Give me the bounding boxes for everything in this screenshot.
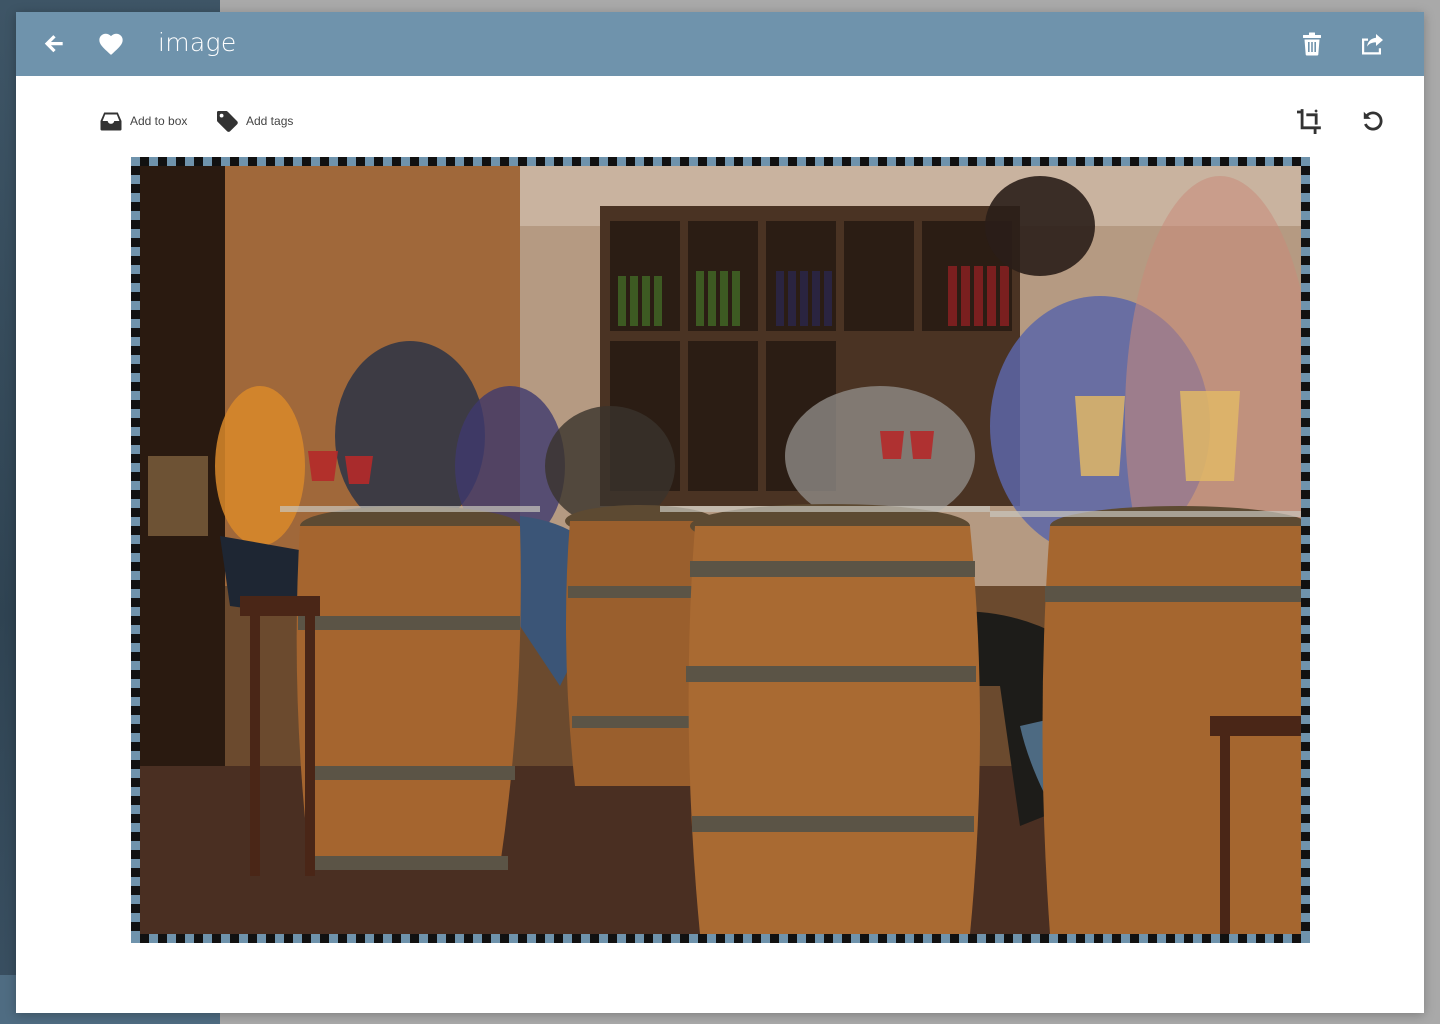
photo-bar-scene[interactable] [140,166,1301,934]
share-icon [1362,34,1383,55]
image-stage [131,157,1310,943]
inbox-icon [100,111,122,131]
trash-icon [1303,32,1321,56]
rotate-button[interactable] [1358,106,1388,136]
heart-icon [99,33,123,55]
add-tags-label: Add tags [246,114,294,128]
crop-button[interactable] [1295,106,1325,136]
page-title: image [158,28,237,57]
image-viewer-modal: image Add to box Add tags [16,12,1424,1013]
add-to-box-label: Add to box [130,114,188,128]
share-button[interactable] [1356,28,1388,60]
arrow-left-icon [44,35,63,53]
delete-button[interactable] [1296,28,1328,60]
favorite-button[interactable] [95,28,127,60]
add-tags-button[interactable]: Add tags [216,108,293,134]
crop-icon [1297,109,1321,134]
rotate-icon [1363,111,1383,131]
back-button[interactable] [38,28,70,60]
add-to-box-button[interactable]: Add to box [100,108,187,134]
tag-icon [216,110,238,132]
modal-header: image [16,12,1424,76]
